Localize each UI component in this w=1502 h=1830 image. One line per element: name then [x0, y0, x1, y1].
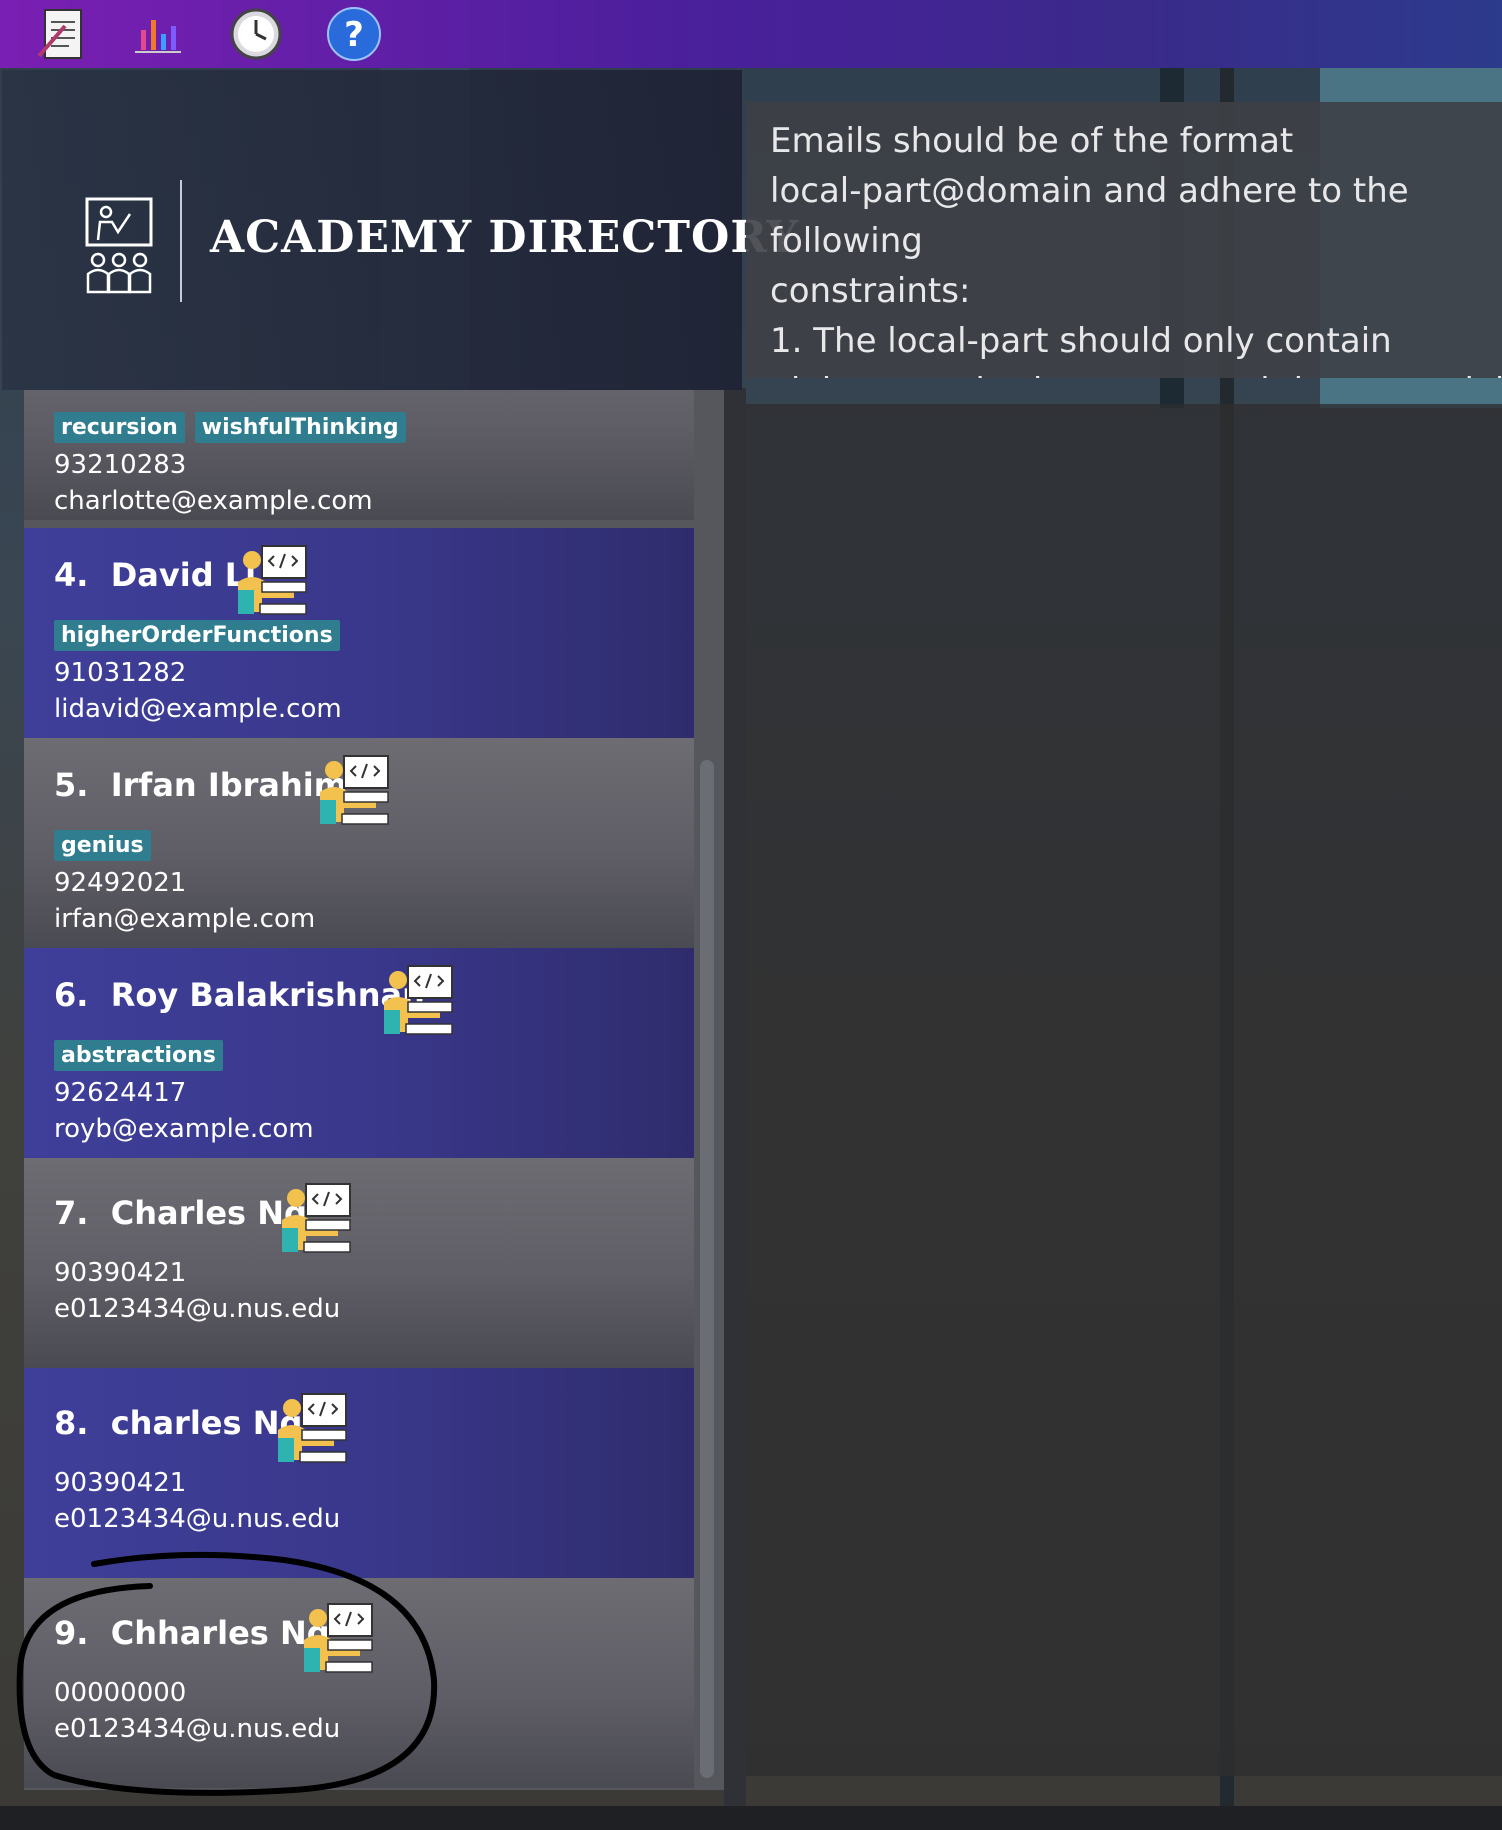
app-title: ACADEMY DIRECTORY: [210, 212, 799, 263]
logo-divider: [180, 180, 182, 302]
student-coder-icon: [278, 1393, 347, 1463]
list-item[interactable]: 7. Charles Ng 90390421 e0123434@u.nus.ed…: [24, 1158, 694, 1368]
svg-text:?: ?: [344, 15, 364, 55]
student-coder-icon: [384, 965, 453, 1035]
list-item[interactable]: 8. charles Ng 90390421 e0123434@u.nus.ed…: [24, 1368, 694, 1578]
email-text: lidavid@example.com: [54, 694, 342, 724]
student-name: 7. Charles Ng: [54, 1194, 307, 1232]
list-item[interactable]: 4. David Li higherOrderFunctions 9103128…: [24, 528, 694, 738]
email-text: e0123434@u.nus.edu: [54, 1714, 341, 1744]
student-coder-icon: [238, 545, 307, 615]
email-text: irfan@example.com: [54, 904, 316, 934]
history-clock-icon[interactable]: [226, 4, 286, 64]
tag: higherOrderFunctions: [54, 620, 340, 651]
student-name: 5. Irfan Ibrahim: [54, 766, 348, 804]
toolbar: ?: [0, 0, 1502, 70]
student-name: 6. Roy Balakrishnan: [54, 976, 425, 1014]
help-icon[interactable]: ?: [324, 4, 384, 64]
academy-logo-icon: [85, 197, 153, 294]
student-coder-icon: [282, 1183, 351, 1253]
student-list[interactable]: recursion wishfulThinking 93210283 charl…: [24, 390, 724, 1790]
tag: genius: [54, 830, 151, 861]
bar-chart-icon[interactable]: [128, 4, 188, 64]
list-item[interactable]: 5. Irfan Ibrahim genius 92492021 irfan@e…: [24, 738, 694, 948]
phone-text: 92492021: [54, 868, 187, 898]
student-name: 4. David Li: [54, 556, 257, 594]
status-bar: [0, 1806, 1502, 1830]
phone-text: 93210283: [54, 450, 187, 480]
email-text: royb@example.com: [54, 1114, 314, 1144]
student-name: 9. Chharles Ng: [54, 1614, 330, 1652]
result-display: Emails should be of the format local-par…: [746, 102, 1502, 378]
email-text: charlotte@example.com: [54, 486, 373, 516]
list-item[interactable]: 9. Chharles Ng 00000000 e0123434@u.nus.e…: [24, 1578, 694, 1788]
list-item[interactable]: recursion wishfulThinking 93210283 charl…: [24, 390, 694, 520]
tag: recursion: [54, 412, 185, 443]
email-text: e0123434@u.nus.edu: [54, 1504, 341, 1534]
student-coder-icon: [320, 755, 389, 825]
result-text: Emails should be of the format local-par…: [770, 121, 1502, 378]
student-coder-icon: [304, 1603, 373, 1673]
list-scrollbar[interactable]: [700, 760, 714, 1778]
tag: wishfulThinking: [194, 412, 406, 443]
phone-text: 91031282: [54, 658, 187, 688]
phone-text: 92624417: [54, 1078, 187, 1108]
phone-text: 90390421: [54, 1258, 187, 1288]
detail-pane: [746, 404, 1502, 1776]
phone-text: 00000000: [54, 1678, 187, 1708]
email-text: e0123434@u.nus.edu: [54, 1294, 341, 1324]
list-item[interactable]: 6. Roy Balakrishnan abstractions 9262441…: [24, 948, 694, 1158]
tag: abstractions: [54, 1040, 223, 1071]
notes-icon[interactable]: [32, 4, 92, 64]
student-name: 8. charles Ng: [54, 1404, 303, 1442]
phone-text: 90390421: [54, 1468, 187, 1498]
